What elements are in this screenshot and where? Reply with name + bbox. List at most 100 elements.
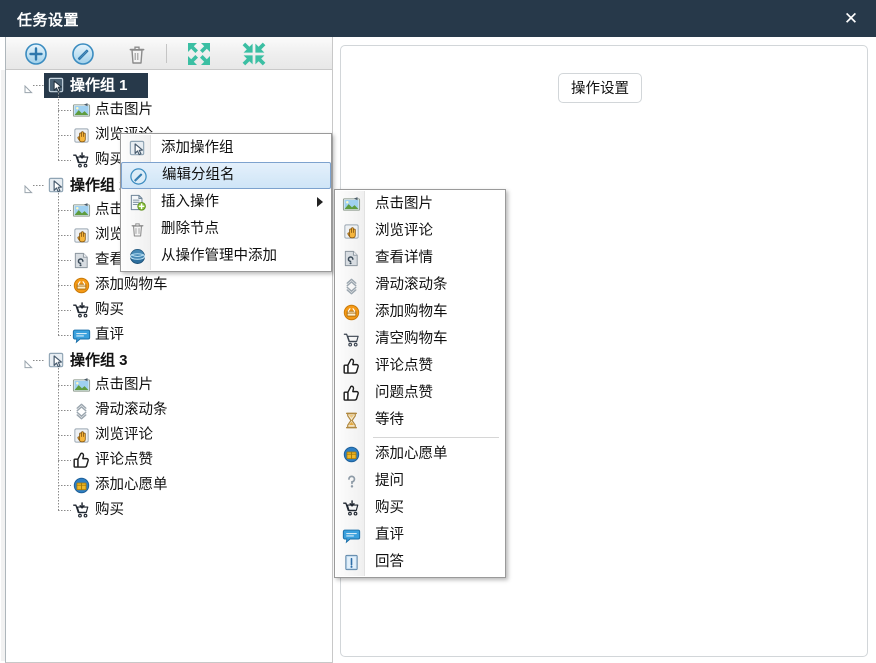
answer-icon xyxy=(345,554,358,571)
submenu-item[interactable]: 回答 xyxy=(335,549,505,576)
submenu-item[interactable]: 添加心愿单 xyxy=(335,441,505,468)
submenu-item-label: 浏览评论 xyxy=(375,223,433,239)
submenu-item[interactable]: 等待 xyxy=(335,407,505,434)
cursor-group-icon xyxy=(48,352,64,368)
pencil-circle-icon xyxy=(72,43,94,65)
cart-add-icon xyxy=(342,303,361,322)
expander-icon[interactable] xyxy=(24,182,33,194)
tree-item-row[interactable]: 点击图片 xyxy=(6,373,332,398)
context-menu-item[interactable]: 插入操作 xyxy=(121,189,331,216)
insert-operation-submenu[interactable]: 点击图片浏览评论查看详情滑动滚动条添加购物车清空购物车评论点赞问题点赞等待添加心… xyxy=(334,189,506,578)
tree-item-row[interactable]: 添加心愿单 xyxy=(6,473,332,498)
cursor-group-icon xyxy=(129,140,145,156)
toolbar-separator xyxy=(166,44,167,63)
cart-down-icon xyxy=(73,502,89,518)
comment-icon xyxy=(342,526,361,545)
pencil-circle-icon xyxy=(130,168,147,185)
tree-item-row[interactable]: 点击图片 xyxy=(6,98,332,123)
tree-group-row[interactable]: 操作组 1 xyxy=(6,73,332,98)
cart-empty-icon xyxy=(342,330,361,349)
tree-item-row[interactable]: 购买 xyxy=(6,298,332,323)
thumb-up-icon xyxy=(73,452,89,468)
expander-icon[interactable] xyxy=(24,82,33,94)
window-titlebar: 任务设置 ✕ xyxy=(0,0,876,37)
details-icon xyxy=(342,249,361,268)
submenu-item-label: 评论点赞 xyxy=(375,358,433,374)
details-icon xyxy=(74,252,88,269)
submenu-item-label: 添加心愿单 xyxy=(375,446,448,462)
question-icon xyxy=(348,475,356,488)
context-menu-item[interactable]: 编辑分组名 xyxy=(121,162,331,189)
submenu-item[interactable]: 清空购物车 xyxy=(335,326,505,353)
submenu-item[interactable]: 评论点赞 xyxy=(335,353,505,380)
task-settings-dialog: 任务设置 ✕ 操作组 1 点击图片 购买 操作组 2 添加购物车 购买 直评 操… xyxy=(0,0,876,663)
submenu-item-label: 滑动滚动条 xyxy=(375,277,448,293)
tree-item-row[interactable]: 直评 xyxy=(6,323,332,348)
submenu-item[interactable]: 问题点赞 xyxy=(335,380,505,407)
submenu-item[interactable]: 购买 xyxy=(335,495,505,522)
image-icon xyxy=(342,195,361,214)
thumb-up-icon xyxy=(343,385,359,401)
tree-item-row[interactable]: 添加购物车 xyxy=(6,273,332,298)
submenu-item[interactable]: 添加购物车 xyxy=(335,299,505,326)
thumb-up-icon xyxy=(342,384,361,403)
scroll-icon xyxy=(342,276,361,295)
tree-item-row[interactable]: 购买 xyxy=(6,498,332,523)
add-button[interactable] xyxy=(23,41,49,67)
submenu-separator xyxy=(373,437,499,438)
image-icon xyxy=(342,197,361,211)
cart-add-icon xyxy=(73,277,90,294)
tree-group-row[interactable]: 操作组 3 xyxy=(6,348,332,373)
context-menu-item-label: 编辑分组名 xyxy=(162,167,235,183)
image-icon xyxy=(72,378,91,392)
cart-down-icon xyxy=(342,499,361,518)
delete-button[interactable] xyxy=(124,41,150,67)
collapse-all-button[interactable] xyxy=(239,39,269,69)
scroll-icon xyxy=(76,403,87,420)
window-title: 任务设置 xyxy=(17,12,80,29)
comment-icon xyxy=(342,529,361,544)
thumb-up-icon xyxy=(342,357,361,376)
expand-all-button[interactable] xyxy=(184,39,214,69)
submenu-item[interactable]: 浏览评论 xyxy=(335,218,505,245)
submenu-item-label: 购买 xyxy=(375,500,404,516)
cart-add-icon xyxy=(343,304,360,321)
tree-item-row[interactable]: 评论点赞 xyxy=(6,448,332,473)
submenu-item-label: 回答 xyxy=(375,554,404,570)
submenu-item-label: 问题点赞 xyxy=(375,385,433,401)
context-menu-item[interactable]: 删除节点 xyxy=(121,216,331,243)
tree-group-label: 操作组 2 xyxy=(70,177,128,194)
submenu-item[interactable]: 提问 xyxy=(335,468,505,495)
submenu-item[interactable]: 点击图片 xyxy=(335,191,505,218)
submenu-item[interactable]: 直评 xyxy=(335,522,505,549)
cart-down-icon xyxy=(343,500,359,516)
context-menu-item-label: 添加操作组 xyxy=(161,140,234,156)
context-menu-item[interactable]: 从操作管理中添加 xyxy=(121,243,331,270)
expander-icon[interactable] xyxy=(24,357,33,369)
tree-scroll-gutter[interactable] xyxy=(1,70,5,661)
submenu-item[interactable]: 查看详情 xyxy=(335,245,505,272)
answer-icon xyxy=(342,553,361,572)
submenu-item-label: 清空购物车 xyxy=(375,331,448,347)
edit-button[interactable] xyxy=(70,41,96,67)
tree-item-label: 浏览评论 xyxy=(95,427,153,443)
plus-circle-icon xyxy=(25,43,47,65)
tree-context-menu[interactable]: 添加操作组编辑分组名插入操作 删除节点 从操作管理中添加 xyxy=(120,133,332,272)
expand-arrows-icon xyxy=(188,43,210,65)
tree-item-row[interactable]: 浏览评论 xyxy=(6,423,332,448)
submenu-item-label: 添加购物车 xyxy=(375,304,448,320)
tree-group-label: 操作组 1 xyxy=(70,77,128,94)
hand-click-icon xyxy=(74,128,89,143)
submenu-item-label: 查看详情 xyxy=(375,250,433,266)
question-icon xyxy=(342,472,361,491)
tree-group-label: 操作组 3 xyxy=(70,352,128,369)
thumb-up-icon xyxy=(343,358,359,374)
close-icon[interactable]: ✕ xyxy=(838,8,864,30)
tree-item-label: 滑动滚动条 xyxy=(95,402,168,418)
globe-icon xyxy=(128,247,147,266)
image-icon xyxy=(72,203,91,217)
tree-item-label: 添加购物车 xyxy=(95,277,168,293)
context-menu-item[interactable]: 添加操作组 xyxy=(121,135,331,162)
tree-item-row[interactable]: 滑动滚动条 xyxy=(6,398,332,423)
submenu-item[interactable]: 滑动滚动条 xyxy=(335,272,505,299)
